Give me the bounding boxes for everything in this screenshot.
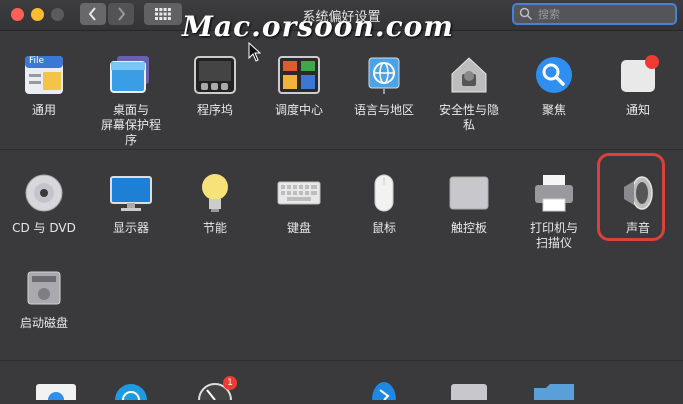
pane-mission-control[interactable]: 调度中心: [264, 52, 334, 118]
energy-saver-icon: [192, 170, 238, 216]
mouse-icon: [361, 170, 407, 216]
pane-dock[interactable]: 程序坞: [180, 52, 250, 118]
pane-partial-1[interactable]: [21, 380, 91, 400]
pane-partial-6[interactable]: [519, 380, 589, 400]
notifications-icon: [615, 52, 661, 98]
pane-mouse[interactable]: 鼠标: [349, 170, 419, 236]
divider: [0, 149, 683, 150]
pane-label: 通用: [31, 103, 56, 117]
pane-label: 安全性与隐私: [438, 103, 499, 132]
partial-pane-icon: [36, 384, 76, 400]
keyboard-icon: [276, 170, 322, 216]
pane-language-region[interactable]: 语言与地区: [349, 52, 419, 118]
desktop-screensaver-icon: [108, 52, 154, 98]
pane-label: 鼠标: [371, 221, 396, 235]
pane-partial-2[interactable]: [96, 380, 166, 400]
pane-partial-5[interactable]: [434, 380, 504, 400]
watermark: Mac.orsoon.com: [182, 10, 454, 43]
pane-bluetooth[interactable]: [349, 380, 419, 400]
pane-label: 聚焦: [541, 103, 566, 117]
partial-pane-icon: [115, 384, 147, 400]
pane-label: 桌面与 屏幕保护程序: [100, 103, 161, 147]
pane-label: 调度中心: [274, 103, 323, 117]
displays-icon: [108, 170, 154, 216]
pane-label: 键盘: [286, 221, 311, 235]
language-region-icon: [361, 52, 407, 98]
pane-keyboard[interactable]: 键盘: [264, 170, 334, 236]
pane-energy-saver[interactable]: 节能: [180, 170, 250, 236]
pane-startup-disk[interactable]: 启动磁盘: [9, 265, 79, 331]
pane-cd-dvd[interactable]: CD 与 DVD: [9, 170, 79, 236]
pane-label: 语言与地区: [353, 103, 414, 117]
mission-control-icon: [276, 52, 322, 98]
pane-label: 显示器: [112, 221, 149, 235]
pane-trackpad[interactable]: 触控板: [434, 170, 504, 236]
pane-label: 通知: [625, 103, 650, 117]
mouse-cursor-icon: [248, 42, 262, 62]
pane-label: 启动磁盘: [19, 316, 68, 330]
printers-scanners-icon: [531, 170, 577, 216]
partial-pane-icon: [451, 384, 487, 400]
dock-icon: [192, 52, 238, 98]
trackpad-icon: [446, 170, 492, 216]
search-field[interactable]: [512, 3, 677, 25]
software-update-icon: 1: [195, 376, 237, 404]
pane-label: CD 与 DVD: [12, 221, 76, 235]
pane-printers-scanners[interactable]: 打印机与 扫描仪: [519, 170, 589, 251]
divider: [0, 360, 683, 361]
pane-label: 打印机与 扫描仪: [529, 221, 578, 250]
spotlight-icon: [531, 52, 577, 98]
update-count-badge: 1: [223, 376, 237, 390]
search-icon: [519, 7, 533, 21]
pane-displays[interactable]: 显示器: [96, 170, 166, 236]
startup-disk-icon: [21, 265, 67, 311]
cd-dvd-icon: [21, 170, 67, 216]
folder-icon: [534, 384, 574, 400]
pane-software-update[interactable]: 1: [180, 376, 250, 404]
security-privacy-icon: [446, 52, 492, 98]
sound-highlight-box: [597, 153, 665, 241]
pane-spotlight[interactable]: 聚焦: [519, 52, 589, 118]
pane-label: 节能: [202, 221, 227, 235]
general-icon: File: [21, 52, 67, 98]
pane-notifications[interactable]: 通知: [603, 52, 673, 118]
bluetooth-icon: [372, 382, 396, 400]
pane-label: 触控板: [450, 221, 487, 235]
pane-label: 程序坞: [196, 103, 233, 117]
pane-security-privacy[interactable]: 安全性与隐私: [434, 52, 504, 133]
general-icon-text: File: [29, 56, 45, 66]
pane-general[interactable]: File 通用: [9, 52, 79, 118]
search-input[interactable]: [536, 6, 670, 22]
pane-desktop-screensaver[interactable]: 桌面与 屏幕保护程序: [96, 52, 166, 148]
